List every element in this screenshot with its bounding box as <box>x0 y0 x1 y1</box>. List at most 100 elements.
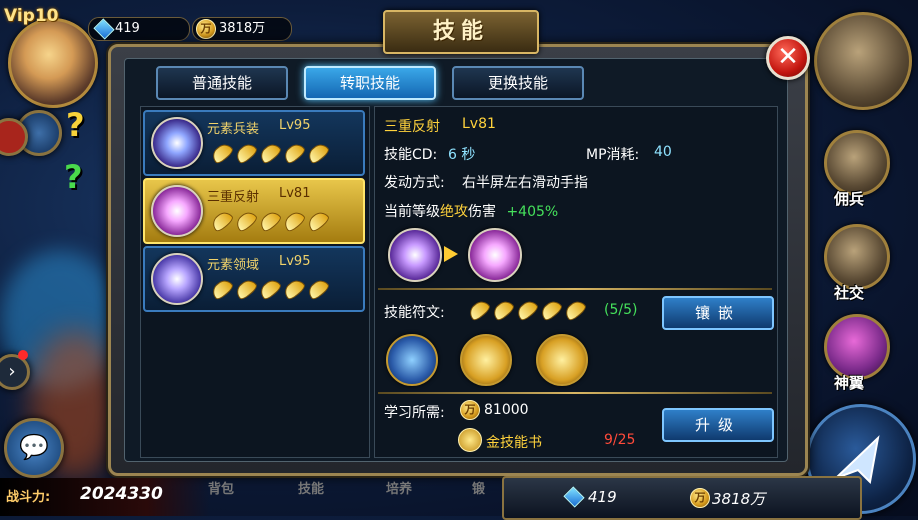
power-value: 2024330 <box>80 484 163 504</box>
triple-reflect-icon <box>151 185 203 237</box>
skill-level: Lv95 <box>279 254 311 269</box>
feather-icon <box>305 208 331 234</box>
lightning-rune-icon[interactable] <box>386 334 438 386</box>
gold-rune-icon[interactable] <box>460 334 512 386</box>
damage-suffix: 伤害 <box>468 204 496 220</box>
bottom-gem-value: 419 <box>588 488 617 506</box>
divine-wings-button[interactable] <box>824 314 890 380</box>
skill-name: 元素兵装 <box>207 122 260 137</box>
book-count: 9/25 <box>604 432 636 448</box>
rune-count: (5/5) <box>604 302 638 318</box>
book-name: 金技能书 <box>486 435 542 451</box>
feather-icon <box>466 297 492 323</box>
feather-icon <box>257 208 283 234</box>
feather-icon <box>305 140 331 166</box>
skill-feathers <box>209 276 339 302</box>
mercenary-label: 佣兵 <box>834 190 865 208</box>
chat-button[interactable]: 💬 <box>4 418 64 478</box>
gold-value: 3818万 <box>219 21 266 36</box>
element-domain-icon <box>151 253 203 305</box>
skill-row-element-domain[interactable]: 元素领域 Lv95 <box>143 246 365 312</box>
feather-icon <box>538 297 564 323</box>
nav-skills[interactable]: 技能 <box>298 478 324 497</box>
map-button[interactable] <box>814 12 912 110</box>
skill-row-triple-reflect[interactable]: 三重反射 Lv81 <box>143 178 365 244</box>
notification-dot <box>18 350 28 360</box>
social-button[interactable] <box>824 224 890 290</box>
feather-icon <box>233 140 259 166</box>
nav-train[interactable]: 培养 <box>386 478 412 497</box>
feather-icon <box>305 276 331 302</box>
feather-icon <box>281 208 307 234</box>
arrow-right-icon <box>444 246 458 262</box>
vip-level: Vip10 <box>4 6 59 26</box>
gold-rune-icon[interactable] <box>536 334 588 386</box>
skill-book-icon <box>458 428 482 452</box>
inlay-button[interactable]: 镶嵌 <box>662 296 774 330</box>
learn-cost: 81000 <box>484 402 529 418</box>
feather-icon <box>281 140 307 166</box>
divider <box>378 288 772 290</box>
mercenary-button[interactable] <box>824 130 890 196</box>
nav-forge[interactable]: 锻 <box>472 478 485 497</box>
mp-value: 40 <box>654 144 672 160</box>
skill-level: Lv81 <box>279 186 311 201</box>
player-avatar[interactable] <box>8 18 98 108</box>
gold-counter: 万 3818万 <box>192 17 292 41</box>
rune-feathers <box>466 297 596 323</box>
prerequisite-skill-icon <box>388 228 442 282</box>
divine-wings-label: 神翼 <box>834 374 865 392</box>
mp-label: MP消耗: <box>586 147 640 163</box>
detail-skill-level: Lv81 <box>462 116 496 132</box>
triple-reflect-icon-large <box>468 228 522 282</box>
nav-bag[interactable]: 背包 <box>208 478 234 497</box>
bottom-gold-value: 3818万 <box>712 490 766 508</box>
skill-name: 元素领域 <box>207 258 260 273</box>
tab-change-skills[interactable]: 更换技能 <box>452 66 584 100</box>
upgrade-button[interactable]: 升级 <box>662 408 774 442</box>
power-label: 战斗力: <box>6 490 51 505</box>
feather-icon <box>490 297 516 323</box>
skill-name: 三重反射 <box>207 190 260 205</box>
feather-icon <box>257 140 283 166</box>
quest-question-icon[interactable]: ? <box>66 106 85 144</box>
feather-icon <box>257 276 283 302</box>
feather-icon <box>209 140 235 166</box>
cd-label: 技能CD: <box>384 147 438 163</box>
skill-feathers <box>209 208 339 234</box>
detail-skill-name: 三重反射 <box>384 119 440 135</box>
feather-icon <box>209 276 235 302</box>
gold-coin-icon: 万 <box>460 400 480 420</box>
rune-label: 技能符文: <box>384 305 445 321</box>
divider <box>378 392 772 394</box>
currency-bar <box>502 476 862 520</box>
feather-icon <box>209 208 235 234</box>
element-armor-icon <box>151 117 203 169</box>
tab-job-skills[interactable]: 转职技能 <box>304 66 436 100</box>
trigger-value: 右半屏左右滑动手指 <box>462 175 588 191</box>
gold-coin-icon: 万 <box>196 19 216 39</box>
learn-label: 学习所需: <box>384 405 445 421</box>
expand-arrow-button[interactable]: › <box>0 354 30 390</box>
damage-bonus: +405% <box>506 204 559 220</box>
skill-row-element-armor[interactable]: 元素兵装 Lv95 <box>143 110 365 176</box>
skill-level: Lv95 <box>279 118 311 133</box>
trigger-label: 发动方式: <box>384 175 445 191</box>
feather-icon <box>281 276 307 302</box>
damage-type: 绝攻 <box>440 204 468 220</box>
tab-normal-skills[interactable]: 普通技能 <box>156 66 288 100</box>
cd-value: 6 秒 <box>448 147 476 163</box>
quest-question-icon-green[interactable]: ? <box>64 158 83 196</box>
feather-icon <box>233 208 259 234</box>
feather-icon <box>233 276 259 302</box>
gem-icon <box>93 18 115 40</box>
damage-line: 当前等级绝攻伤害 +405% <box>384 201 558 221</box>
damage-prefix: 当前等级 <box>384 204 440 220</box>
window-title: 技能 <box>383 10 539 54</box>
gold-coin-icon: 万 <box>690 488 710 508</box>
feather-icon <box>514 297 540 323</box>
feather-icon <box>562 297 588 323</box>
close-button[interactable]: ✕ <box>766 36 810 80</box>
gem-counter: 419 <box>88 17 190 41</box>
social-label: 社交 <box>834 284 865 302</box>
